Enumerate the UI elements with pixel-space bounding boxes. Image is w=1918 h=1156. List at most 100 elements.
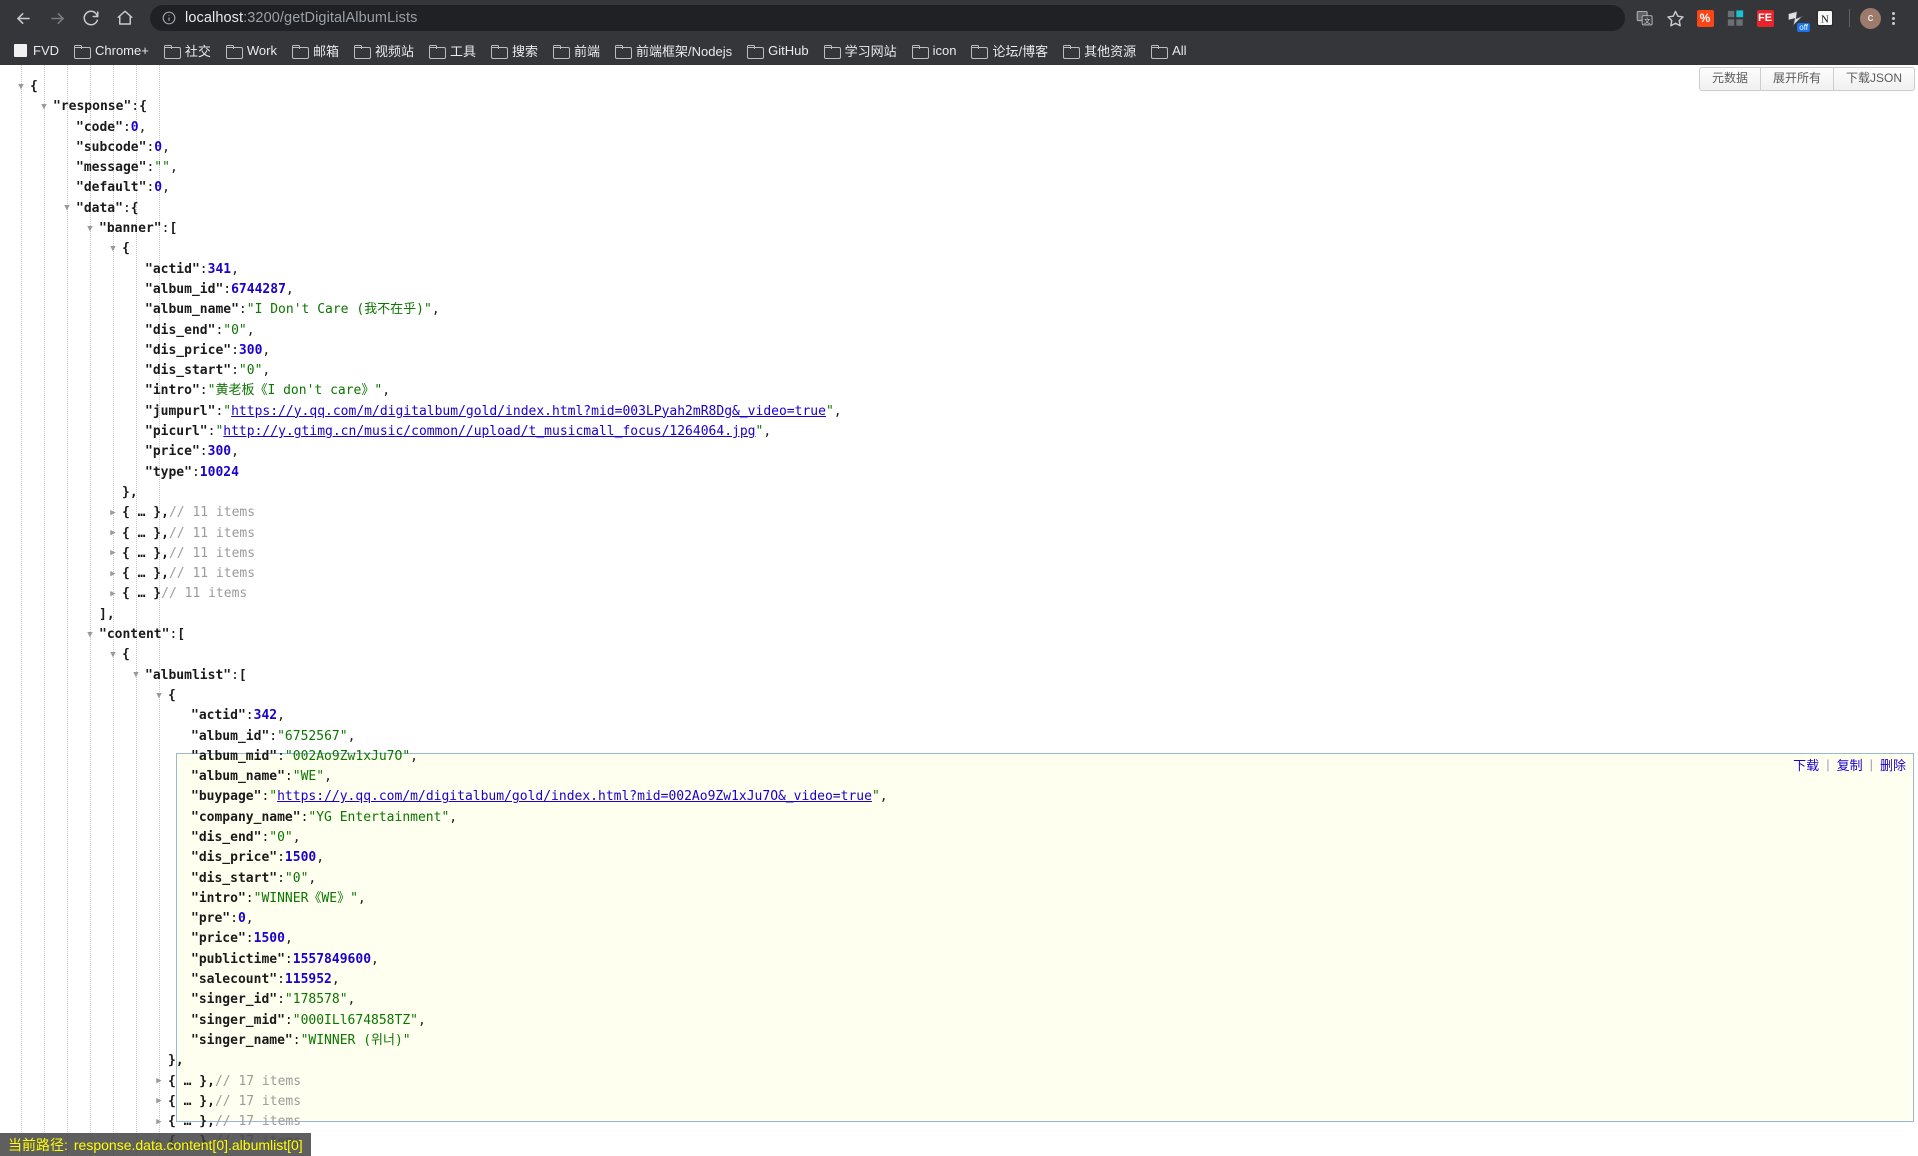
json-line: }, [0,1051,1918,1071]
json-number-value: 300 [238,342,263,358]
folder-icon [1063,44,1081,59]
node-download-link[interactable]: 下载 [1793,755,1819,774]
bookmark-item[interactable]: 前端框架/Nodejs [608,40,739,62]
avatar[interactable]: c [1860,7,1881,29]
json-punctuation: , [417,1012,426,1028]
translate-extension-icon[interactable]: 文 [1631,4,1659,32]
percent-extension-icon[interactable]: % [1691,4,1719,32]
bookmark-item[interactable]: icon [905,40,964,62]
json-link-value[interactable]: https://y.qq.com/m/digitalbum/gold/index… [231,402,826,422]
json-punctuation: , [357,890,366,906]
fe-extension-icon[interactable]: FE [1751,4,1779,32]
collapse-triangle-icon[interactable] [127,671,145,680]
expand-triangle-icon[interactable] [104,509,122,518]
bookmark-item[interactable]: 前端 [546,40,607,62]
json-punctuation: , [324,769,332,785]
back-arrow-icon[interactable] [6,1,40,35]
bookmark-item[interactable]: 搜索 [484,40,545,62]
bookmark-label: 工具 [449,44,476,59]
json-key: "album_mid" [191,748,278,764]
json-punctuation: , [285,281,294,297]
json-link-value[interactable]: http://y.gtimg.cn/music/common//upload/t… [223,422,755,442]
json-line: ], [0,605,1918,625]
info-circle-icon[interactable] [162,11,176,25]
collapse-triangle-icon[interactable] [150,692,168,701]
bookmark-item[interactable]: GitHub [740,40,815,62]
json-punctuation: , [231,261,239,277]
json-key: "data" [76,200,123,216]
home-icon[interactable] [108,1,142,35]
bookmark-item[interactable]: 学习网站 [817,40,904,62]
json-punctuation: : [199,261,208,277]
json-punctuation: : [122,119,131,135]
json-punctuation: : [199,383,208,399]
collapse-triangle-icon[interactable] [81,225,99,234]
collapse-triangle-icon[interactable] [35,103,53,112]
bookmark-item[interactable]: 社交 [157,40,218,62]
json-punctuation: : [199,444,208,460]
json-line: { [0,686,1918,706]
json-key: "buypage" [191,789,262,805]
json-string-value: "WINNER (위너)" [300,1032,411,1048]
json-punctuation: : [261,829,270,845]
collapse-triangle-icon[interactable] [81,631,99,640]
bookmark-item[interactable]: Work [219,40,284,62]
json-link-value[interactable]: https://y.qq.com/m/digitalbum/gold/index… [277,787,872,807]
forward-arrow-icon[interactable] [40,1,74,35]
json-line: { … }, // 11 items [0,503,1918,523]
expand-triangle-icon[interactable] [104,570,122,579]
bookmark-item[interactable]: FVD [7,40,66,62]
expand-triangle-icon[interactable] [104,549,122,558]
json-punctuation: { [30,79,38,94]
json-key: "album_name" [191,769,285,785]
folder-icon [823,44,841,59]
json-key: "type" [145,464,192,480]
node-copy-link[interactable]: 复制 [1837,755,1863,774]
json-punctuation: [ [177,627,186,643]
expand-triangle-icon[interactable] [150,1077,168,1086]
collapse-triangle-icon[interactable] [104,651,122,660]
expand-triangle-icon[interactable] [150,1118,168,1127]
json-line: "actid": 342, [0,706,1918,726]
node-delete-link[interactable]: 删除 [1880,755,1906,774]
folder-icon [353,44,371,59]
json-punctuation: : [245,890,254,906]
json-line: { … }, // 11 items [0,564,1918,584]
json-key: "album_id" [145,281,224,297]
reload-icon[interactable] [74,1,108,35]
bookmark-star-icon[interactable] [1661,4,1689,32]
json-key: "banner" [99,221,162,237]
json-punctuation: : [284,1012,293,1028]
json-punctuation: ], [99,606,115,622]
notion-extension-icon[interactable]: N [1811,4,1839,32]
bookmark-item[interactable]: All [1144,40,1193,62]
collapse-triangle-icon[interactable] [58,204,76,213]
chrome-menu-icon[interactable] [1883,11,1904,25]
bookmark-label: 其他资源 [1084,44,1137,59]
expand-all-button[interactable]: 展开所有 [1759,67,1834,91]
metadata-button[interactable]: 元数据 [1698,67,1761,91]
collapse-triangle-icon[interactable] [12,83,30,92]
bookmark-item[interactable]: 其他资源 [1056,40,1143,62]
expand-triangle-icon[interactable] [104,590,122,599]
bookmark-label: 邮箱 [312,44,339,59]
proxy-extension-icon[interactable]: off [1781,4,1810,32]
address-bar-text: localhost:3200/getDigitalAlbumLists [185,10,417,26]
json-tree: {"response": {"code": 0,"subcode": 0,"me… [0,65,1918,1156]
download-json-button[interactable]: 下载JSON [1832,67,1915,91]
bookmark-item[interactable]: 视频站 [347,40,421,62]
json-line: "intro": "WINNER《WE》", [0,889,1918,909]
address-bar[interactable]: localhost:3200/getDigitalAlbumLists [150,5,1625,31]
bookmark-item[interactable]: 邮箱 [285,40,346,62]
bookmark-item[interactable]: Chrome+ [67,40,156,62]
expand-triangle-icon[interactable] [104,529,122,538]
bookmark-item[interactable]: 论坛/博客 [964,40,1055,62]
folder-icon [74,44,91,59]
json-punctuation: : [215,322,224,338]
bookmark-item[interactable]: 工具 [422,40,483,62]
expand-triangle-icon[interactable] [150,1097,168,1106]
collapse-triangle-icon[interactable] [104,245,122,254]
grid-extension-icon[interactable] [1721,4,1749,32]
json-key: "intro" [145,383,200,399]
json-punctuation: , [347,728,356,744]
